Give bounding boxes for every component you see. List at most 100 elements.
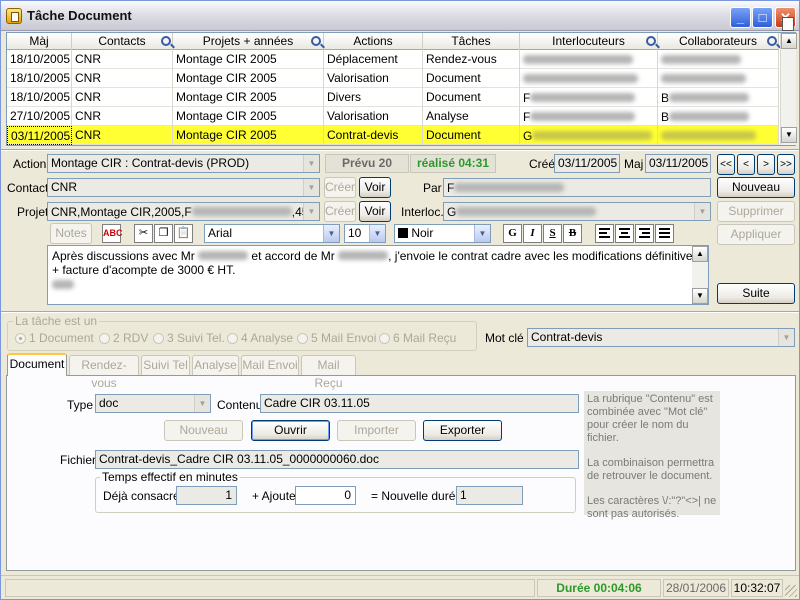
paste-icon[interactable]: 📋 xyxy=(174,224,193,243)
suite-button[interactable]: Suite xyxy=(717,283,795,304)
tab-rendez-vous[interactable]: Rendez-vous xyxy=(69,355,139,390)
motcle-combo[interactable]: Contrat-devis ▼ xyxy=(527,328,795,347)
radio-suivi-tel[interactable]: 3 Suivi Tel. xyxy=(153,331,225,345)
table-row[interactable]: 18/10/2005 CNR Montage CIR 2005 Valorisa… xyxy=(7,69,779,88)
scroll-down-icon[interactable]: ▼ xyxy=(781,127,797,143)
type-combo[interactable]: doc ▼ xyxy=(95,394,211,413)
resize-grip-icon[interactable] xyxy=(785,585,797,597)
ouvrir-button[interactable]: Ouvrir xyxy=(251,420,330,441)
tab-analyse[interactable]: Analyse xyxy=(192,355,239,375)
note-text-1: Après discussions avec Mr xyxy=(52,249,199,263)
table-row[interactable]: 27/10/2005 CNR Montage CIR 2005 Valorisa… xyxy=(7,107,779,126)
nav-last-button[interactable]: >> xyxy=(777,154,795,175)
chevron-down-icon[interactable]: ▼ xyxy=(194,395,210,412)
col-header-taches[interactable]: Tâches xyxy=(423,33,520,50)
time-panel: 10:32:07 xyxy=(731,579,783,597)
bold-button[interactable]: G xyxy=(503,224,522,243)
nav-prev-button[interactable]: < xyxy=(737,154,755,175)
col-header-maj[interactable]: Màj xyxy=(7,33,72,50)
strike-button[interactable]: B xyxy=(563,224,582,243)
radio-document[interactable]: 1 Document xyxy=(15,331,94,345)
scroll-down-icon[interactable]: ▼ xyxy=(692,288,708,304)
col-header-projets[interactable]: Projets + années xyxy=(173,33,324,50)
tab-mail-recu[interactable]: Mail Reçu xyxy=(301,355,356,390)
nav-first-button[interactable]: << xyxy=(717,154,735,175)
chevron-down-icon[interactable]: ▼ xyxy=(303,203,319,220)
search-icon[interactable] xyxy=(646,36,656,46)
ajoute-field[interactable]: 0 xyxy=(295,486,356,505)
redacted-text xyxy=(530,93,636,102)
exporter-button[interactable]: Exporter xyxy=(423,420,502,441)
status-empty-panel xyxy=(5,579,535,597)
col-header-collaborateurs[interactable]: Collaborateurs xyxy=(658,33,779,50)
notes-button[interactable]: Notes xyxy=(50,223,92,244)
tab-suivi-tel[interactable]: Suivi Tel xyxy=(141,355,190,375)
spellcheck-icon[interactable]: ABC xyxy=(102,224,123,243)
tab-document[interactable]: Document xyxy=(7,353,67,376)
tab-mail-envoi[interactable]: Mail Envoi xyxy=(241,355,299,375)
importer-button[interactable]: Importer xyxy=(337,420,416,441)
chevron-down-icon[interactable]: ▼ xyxy=(778,329,794,346)
action-combo[interactable]: Montage CIR : Contrat-devis (PROD) ▼ xyxy=(47,154,320,173)
radio-analyse[interactable]: 4 Analyse xyxy=(227,331,293,345)
chevron-down-icon[interactable]: ▼ xyxy=(694,203,710,220)
search-icon[interactable] xyxy=(767,36,777,46)
cell-interloc-text: F xyxy=(523,91,531,105)
grid-scrollbar[interactable]: ▲ ▼ xyxy=(780,33,797,145)
scroll-up-icon[interactable]: ▲ xyxy=(692,246,708,262)
col-header-interlocuteurs[interactable]: Interlocuteurs xyxy=(520,33,658,50)
task-grid[interactable]: Màj Contacts Projets + années Actions Tâ… xyxy=(6,17,797,146)
minimize-button[interactable]: _ xyxy=(730,7,751,28)
maximize-button[interactable]: □ xyxy=(752,7,773,28)
contenu-field[interactable]: Cadre CIR 03.11.05 xyxy=(260,394,579,413)
cell-date: 27/10/2005 xyxy=(7,107,72,126)
table-row[interactable]: 18/10/2005 CNR Montage CIR 2005 Divers D… xyxy=(7,88,779,107)
cree-field: 03/11/2005 xyxy=(554,154,620,173)
table-row[interactable]: 18/10/2005 CNR Montage CIR 2005 Déplacem… xyxy=(7,50,779,69)
scroll-up-icon[interactable]: ▲ xyxy=(781,33,797,49)
trash-icon[interactable] xyxy=(782,17,794,31)
textarea-scrollbar[interactable]: ▲ ▼ xyxy=(692,246,708,304)
creer-projet-button[interactable]: Créer xyxy=(324,201,356,222)
radio-rdv[interactable]: 2 RDV xyxy=(99,331,148,345)
cell-collab xyxy=(658,69,779,88)
creer-contact-button[interactable]: Créer xyxy=(324,177,356,198)
chevron-down-icon[interactable]: ▼ xyxy=(323,225,339,242)
col-header-actions[interactable]: Actions xyxy=(324,33,423,50)
radio-mail-recu[interactable]: 6 Mail Reçu xyxy=(379,331,456,345)
appliquer-button[interactable]: Appliquer xyxy=(717,224,795,245)
search-icon[interactable] xyxy=(311,36,321,46)
search-icon[interactable] xyxy=(161,36,171,46)
align-right-icon[interactable] xyxy=(635,224,654,243)
par-field-value: F xyxy=(447,181,455,195)
supprimer-button[interactable]: Supprimer xyxy=(717,201,795,222)
chevron-down-icon[interactable]: ▼ xyxy=(303,155,319,172)
italic-button[interactable]: I xyxy=(523,224,542,243)
chevron-down-icon[interactable]: ▼ xyxy=(474,225,490,242)
notes-textarea[interactable]: Après discussions avec Mr et accord de M… xyxy=(47,245,709,305)
chevron-down-icon[interactable]: ▼ xyxy=(303,179,319,196)
doc-nouveau-button[interactable]: Nouveau xyxy=(164,420,243,441)
voir-contact-button[interactable]: Voir xyxy=(359,177,391,198)
underline-button[interactable]: S xyxy=(543,224,562,243)
align-left-icon[interactable] xyxy=(595,224,614,243)
nav-next-button[interactable]: > xyxy=(757,154,775,175)
color-combo[interactable]: Noir ▼ xyxy=(394,224,491,243)
app-icon xyxy=(6,8,22,24)
voir-projet-button[interactable]: Voir xyxy=(359,201,391,222)
col-header-contacts[interactable]: Contacts xyxy=(72,33,173,50)
size-combo[interactable]: 10 ▼ xyxy=(344,224,386,243)
font-combo[interactable]: Arial ▼ xyxy=(204,224,340,243)
cut-icon[interactable]: ✂ xyxy=(134,224,153,243)
contact-combo[interactable]: CNR ▼ xyxy=(47,178,320,197)
copy-icon[interactable]: ❐ xyxy=(154,224,173,243)
chevron-down-icon[interactable]: ▼ xyxy=(369,225,385,242)
nouveau-button[interactable]: Nouveau xyxy=(717,177,795,198)
align-justify-icon[interactable] xyxy=(655,224,674,243)
align-center-icon[interactable] xyxy=(615,224,634,243)
table-row-selected[interactable]: 03/11/2005 CNR Montage CIR 2005 Contrat-… xyxy=(7,126,779,145)
projet-combo[interactable]: CNR,Montage CIR,2005,F ,45 ▼ xyxy=(47,202,320,221)
radio-mail-envoi[interactable]: 5 Mail Envoi xyxy=(297,331,376,345)
interloc-combo[interactable]: G ▼ xyxy=(443,202,711,221)
title-bar[interactable]: Tâche Document _ □ ✕ xyxy=(1,1,799,31)
